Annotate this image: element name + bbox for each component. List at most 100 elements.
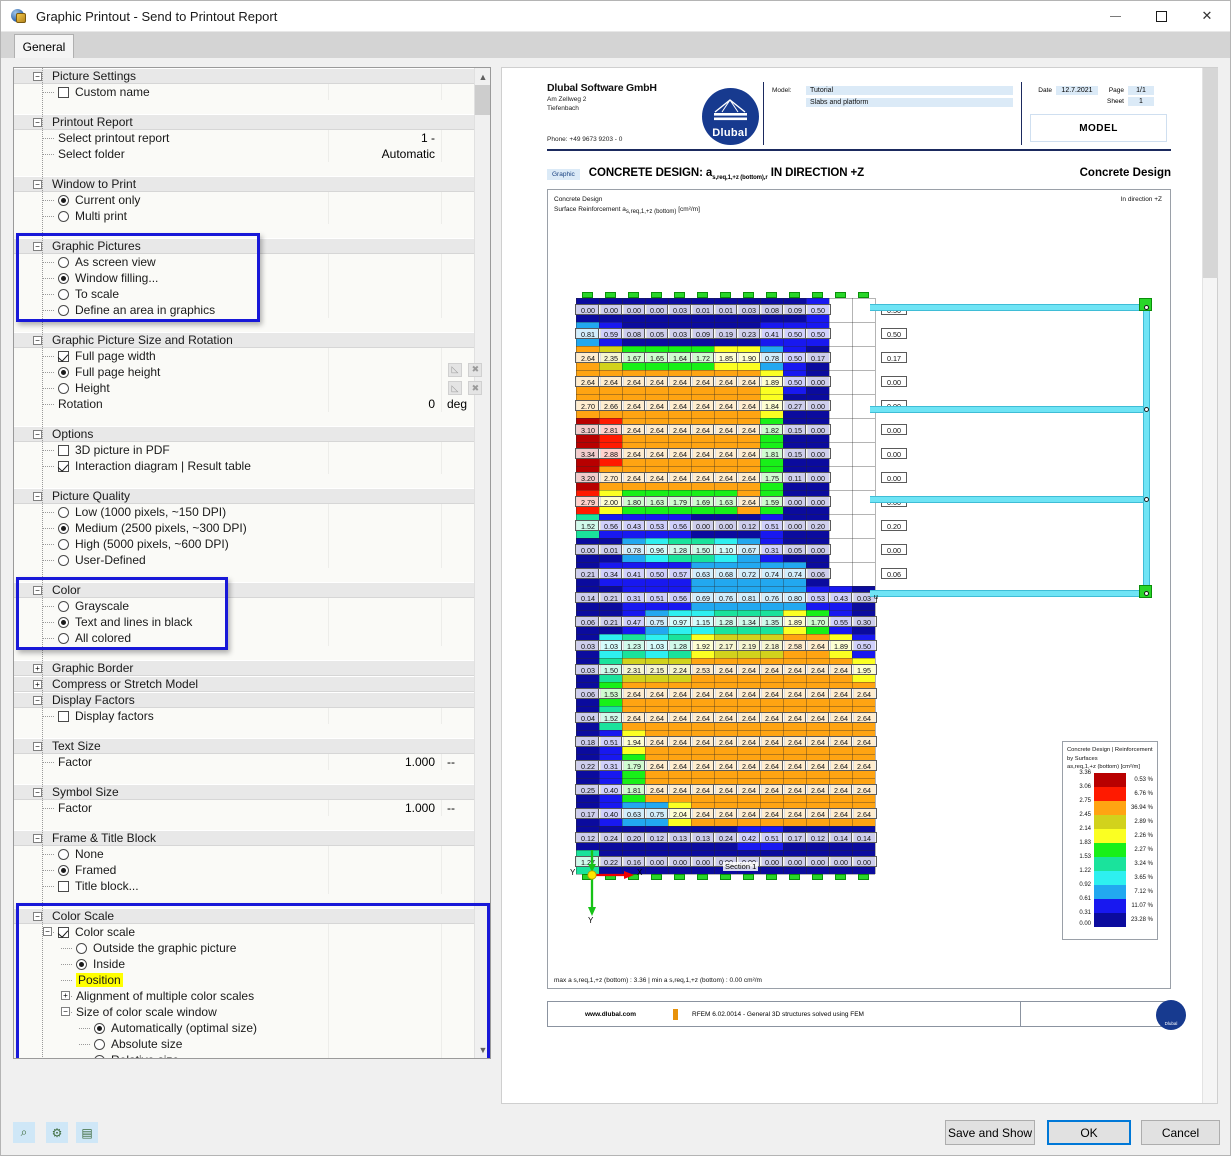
- tab-general[interactable]: General: [14, 34, 74, 58]
- setting-value-cell[interactable]: [329, 846, 442, 862]
- setting-value-cell[interactable]: [329, 254, 442, 270]
- collapse-icon[interactable]: −: [33, 242, 42, 251]
- setting-row-select-printout-report[interactable]: Select printout report1 -: [14, 130, 474, 146]
- setting-row-define-an-area-in-graphics[interactable]: Define an area in graphics: [14, 302, 474, 318]
- collapse-icon[interactable]: −: [33, 430, 42, 439]
- collapse-icon[interactable]: −: [33, 834, 42, 843]
- setting-value-cell[interactable]: [329, 536, 442, 552]
- radio-multi-print[interactable]: [58, 211, 69, 222]
- setting-value-cell[interactable]: [329, 598, 442, 614]
- group-header-graphic-border[interactable]: +Graphic Border: [14, 660, 474, 676]
- setting-row-alignment-of-multiple-color-scales[interactable]: +Alignment of multiple color scales: [14, 988, 474, 1004]
- radio-relative-size[interactable]: [94, 1055, 105, 1059]
- scroll-down-icon[interactable]: ▼: [475, 1041, 491, 1058]
- group-header-symbol-size[interactable]: −Symbol Size: [14, 784, 474, 800]
- collapse-icon[interactable]: −: [33, 118, 42, 127]
- radio-automatically-optimal-size[interactable]: [94, 1023, 105, 1034]
- setting-value-cell[interactable]: 1 -: [329, 130, 442, 146]
- clear-area-icon-1[interactable]: ✖: [468, 363, 482, 377]
- setting-row-automatically-optimal-size[interactable]: Automatically (optimal size): [14, 1020, 474, 1036]
- setting-value-cell[interactable]: [329, 630, 442, 646]
- setting-value-cell[interactable]: [329, 878, 442, 894]
- setting-value-cell[interactable]: [329, 1020, 442, 1036]
- setting-row-relative-size[interactable]: Relative size: [14, 1052, 474, 1058]
- collapse-icon[interactable]: −: [43, 927, 52, 936]
- setting-row-none[interactable]: None: [14, 846, 474, 862]
- group-header-printout-report[interactable]: −Printout Report: [14, 114, 474, 130]
- setting-value-cell[interactable]: 1.000: [329, 754, 442, 770]
- setting-value-cell[interactable]: [329, 1052, 442, 1058]
- save-settings-icon[interactable]: ▤: [76, 1122, 98, 1143]
- setting-row-height[interactable]: Height: [14, 380, 474, 396]
- setting-row-custom-name[interactable]: Custom name: [14, 84, 474, 100]
- radio-grayscale[interactable]: [58, 601, 69, 612]
- group-header-window-to-print[interactable]: −Window to Print: [14, 176, 474, 192]
- setting-value-cell[interactable]: [329, 458, 442, 474]
- radio-high-5000-pixels-600-dpi[interactable]: [58, 539, 69, 550]
- setting-value-cell[interactable]: [329, 924, 442, 940]
- scrollbar-thumb[interactable]: [475, 85, 491, 115]
- setting-value-cell[interactable]: [329, 270, 442, 286]
- setting-value-cell[interactable]: [329, 364, 442, 380]
- group-header-text-size[interactable]: −Text Size: [14, 738, 474, 754]
- setting-value-cell[interactable]: 1.000: [329, 800, 442, 816]
- setting-row-as-screen-view[interactable]: As screen view: [14, 254, 474, 270]
- setting-value-cell[interactable]: [329, 1004, 442, 1020]
- checkbox-interaction-diagram-result-table[interactable]: [58, 461, 69, 472]
- help-icon[interactable]: ⌕: [13, 1122, 35, 1143]
- scroll-up-icon[interactable]: ▲: [475, 68, 491, 85]
- collapse-icon[interactable]: −: [33, 696, 42, 705]
- collapse-icon[interactable]: −: [33, 912, 42, 921]
- fem-mesh-heatmap[interactable]: 0.000.000.000.000.030.010.010.030.080.09…: [576, 298, 871, 878]
- checkbox-custom-name[interactable]: [58, 87, 69, 98]
- radio-outside-the-graphic-picture[interactable]: [76, 943, 87, 954]
- graphic-frame[interactable]: Concrete Design Surface Reinforcement as…: [547, 189, 1171, 989]
- group-header-frame-title-block[interactable]: −Frame & Title Block: [14, 830, 474, 846]
- model-desc-value[interactable]: Slabs and platform: [806, 98, 1013, 107]
- collapse-icon[interactable]: −: [33, 586, 42, 595]
- radio-all-colored[interactable]: [58, 633, 69, 644]
- radio-medium-2500-pixels-300-dpi[interactable]: [58, 523, 69, 534]
- setting-value-cell[interactable]: [329, 302, 442, 318]
- setting-row-text-and-lines-in-black[interactable]: Text and lines in black: [14, 614, 474, 630]
- radio-as-screen-view[interactable]: [58, 257, 69, 268]
- pick-area-icon-1[interactable]: ◺: [448, 363, 462, 377]
- setting-row-inside[interactable]: Inside: [14, 956, 474, 972]
- settings-scrollbar[interactable]: ▲ ▼: [474, 68, 490, 1058]
- setting-value-cell[interactable]: [329, 988, 442, 1004]
- color-scale-legend[interactable]: Concrete Design | Reinforcement by Surfa…: [1062, 741, 1158, 940]
- setting-row-title-block[interactable]: Title block...: [14, 878, 474, 894]
- setting-row-multi-print[interactable]: Multi print: [14, 208, 474, 224]
- setting-row-absolute-size[interactable]: Absolute size: [14, 1036, 474, 1052]
- setting-row-select-folder[interactable]: Select folderAutomatic: [14, 146, 474, 162]
- radio-window-filling[interactable]: [58, 273, 69, 284]
- checkbox-color-scale[interactable]: [58, 927, 69, 938]
- setting-value-cell[interactable]: [329, 956, 442, 972]
- setting-row-color-scale[interactable]: −Color scale: [14, 924, 474, 940]
- setting-value-cell[interactable]: [329, 614, 442, 630]
- collapse-icon[interactable]: −: [33, 788, 42, 797]
- collapse-icon[interactable]: −: [33, 180, 42, 189]
- clear-area-icon-2[interactable]: ✖: [468, 381, 482, 395]
- expand-icon[interactable]: +: [33, 664, 42, 673]
- setting-row-position[interactable]: Position: [14, 972, 474, 988]
- checkbox-display-factors[interactable]: [58, 711, 69, 722]
- radio-framed[interactable]: [58, 865, 69, 876]
- setting-value-cell[interactable]: [329, 504, 442, 520]
- checkbox-title-block[interactable]: [58, 881, 69, 892]
- collapse-icon[interactable]: −: [33, 742, 42, 751]
- group-header-graphic-picture-size-and-rotation[interactable]: −Graphic Picture Size and Rotation: [14, 332, 474, 348]
- maximize-button[interactable]: [1138, 1, 1184, 32]
- setting-value-cell[interactable]: [329, 380, 442, 396]
- minimize-button[interactable]: [1092, 1, 1138, 32]
- collapse-icon[interactable]: −: [33, 72, 42, 81]
- group-header-compress-or-stretch-model[interactable]: +Compress or Stretch Model: [14, 676, 474, 692]
- setting-value-cell[interactable]: [329, 520, 442, 536]
- radio-inside[interactable]: [76, 959, 87, 970]
- setting-value-cell[interactable]: [329, 708, 442, 724]
- setting-row-3d-picture-in-pdf[interactable]: 3D picture in PDF: [14, 442, 474, 458]
- radio-low-1000-pixels-150-dpi[interactable]: [58, 507, 69, 518]
- group-header-color[interactable]: −Color: [14, 582, 474, 598]
- ok-button[interactable]: OK: [1047, 1120, 1131, 1145]
- setting-row-size-of-color-scale-window[interactable]: −Size of color scale window: [14, 1004, 474, 1020]
